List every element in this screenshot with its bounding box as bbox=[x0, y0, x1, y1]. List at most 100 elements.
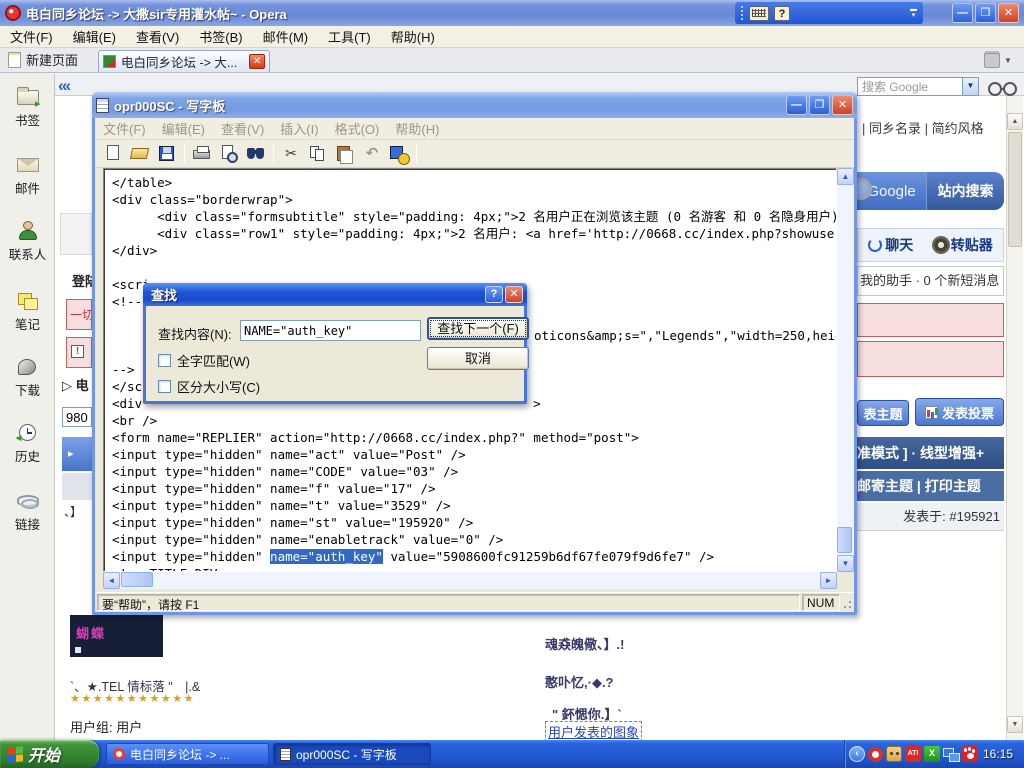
browser-scroll-thumb[interactable] bbox=[1008, 132, 1022, 247]
datetime-icon[interactable] bbox=[389, 144, 409, 163]
wordpad-scroll-left-icon[interactable]: ◄ bbox=[103, 572, 120, 589]
menu-tools[interactable]: 工具(T) bbox=[328, 27, 371, 46]
menu-edit[interactable]: 编辑(E) bbox=[73, 27, 116, 46]
sidebar-item-contacts[interactable]: 联系人 bbox=[0, 220, 55, 263]
clock[interactable]: 16:15 bbox=[983, 747, 1013, 761]
match-case-checkbox[interactable] bbox=[158, 380, 171, 393]
wordpad-menu-insert[interactable]: 插入(I) bbox=[280, 119, 318, 138]
browser-scrollbar[interactable]: ▲ ▼ bbox=[1006, 96, 1023, 740]
search-input[interactable] bbox=[858, 80, 962, 94]
wordpad-vscroll-thumb[interactable] bbox=[837, 527, 852, 553]
opera-restore-button[interactable]: ❐ bbox=[975, 3, 996, 23]
opera-minimize-button[interactable]: — bbox=[952, 3, 973, 23]
tray-network-icon[interactable] bbox=[943, 746, 959, 762]
post-number-row[interactable]: 发表于: #195921 bbox=[857, 503, 1004, 531]
wordpad-menu-help[interactable]: 帮助(H) bbox=[395, 119, 439, 138]
undo-icon[interactable]: ↶ bbox=[362, 144, 382, 163]
user-images-link[interactable]: 用户发表的图象 bbox=[545, 721, 642, 742]
find-icon[interactable] bbox=[246, 144, 266, 163]
tray-character-icon[interactable] bbox=[886, 746, 902, 762]
wordpad-close-button[interactable]: ✕ bbox=[832, 95, 853, 115]
new-document-icon[interactable] bbox=[103, 144, 123, 163]
post-poll-button[interactable]: 发表投票 bbox=[915, 398, 1004, 426]
resize-grip[interactable] bbox=[842, 594, 854, 611]
wordpad-maximize-button[interactable]: ❐ bbox=[809, 95, 830, 115]
whole-word-checkbox[interactable] bbox=[158, 354, 171, 367]
language-help-icon[interactable]: ? bbox=[774, 6, 790, 21]
find-close-button[interactable]: ✕ bbox=[505, 286, 523, 303]
taskbar-item-wordpad[interactable]: opr000SC - 写字板 bbox=[273, 743, 431, 765]
panel-collapse-icon[interactable]: «‹ bbox=[58, 76, 69, 96]
reposter-link[interactable]: 转贴器 bbox=[934, 235, 993, 255]
wordpad-minimize-button[interactable]: — bbox=[786, 95, 807, 115]
browser-scroll-down-icon[interactable]: ▼ bbox=[1007, 716, 1023, 733]
cancel-button[interactable]: 取消 bbox=[427, 347, 529, 370]
taskbar-item-opera[interactable]: 电白同乡论坛 -> ... bbox=[106, 743, 269, 765]
wordpad-hscrollbar[interactable]: ◄ ► bbox=[103, 572, 837, 589]
tray-opera-icon[interactable] bbox=[868, 747, 883, 762]
chat-link[interactable]: 聊天 bbox=[868, 235, 913, 255]
page-number-input[interactable]: 980 bbox=[62, 407, 92, 427]
sidebar-item-links[interactable]: 链接 bbox=[0, 490, 55, 533]
tray-green-icon[interactable]: X bbox=[924, 746, 940, 762]
site-search-button[interactable]: 站内搜索 bbox=[926, 172, 1004, 210]
print-icon[interactable] bbox=[192, 144, 212, 163]
find-help-button[interactable]: ? bbox=[485, 286, 503, 303]
assistant-message-bar[interactable]: 我的助手 · 0 个新短消息 bbox=[857, 266, 1004, 296]
wordpad-scroll-right-icon[interactable]: ► bbox=[820, 572, 837, 589]
print-preview-icon[interactable] bbox=[219, 144, 239, 163]
cut-icon[interactable]: ✂ bbox=[281, 144, 301, 163]
tab-close-button[interactable]: ✕ bbox=[249, 54, 265, 69]
open-icon[interactable] bbox=[130, 144, 150, 163]
tray-baidu-icon[interactable] bbox=[962, 746, 978, 762]
tab-forum[interactable]: 电白同乡论坛 -> 大... ✕ bbox=[98, 50, 270, 72]
wordpad-scroll-down-icon[interactable]: ▼ bbox=[837, 555, 854, 572]
save-icon[interactable] bbox=[157, 144, 177, 163]
language-bar[interactable]: ? ▬▾ bbox=[735, 2, 923, 24]
whole-word-option[interactable]: 全字匹配(W) bbox=[158, 351, 250, 370]
find-dialog-titlebar[interactable]: 查找 ? ✕ bbox=[143, 283, 527, 306]
find-what-input[interactable] bbox=[240, 320, 421, 341]
tray-collapse-icon[interactable]: ‹ bbox=[849, 746, 865, 762]
opera-close-button[interactable]: ✕ bbox=[998, 3, 1019, 23]
language-bar-minimize-icon[interactable]: ▬▾ bbox=[910, 7, 917, 19]
match-case-option[interactable]: 区分大小写(C) bbox=[158, 377, 260, 396]
sidebar-item-notes[interactable]: 笔记 bbox=[0, 290, 55, 333]
zoom-glasses-icon[interactable] bbox=[988, 80, 1018, 97]
search-engine-dropdown[interactable]: ▼ bbox=[962, 78, 978, 95]
page-login-text[interactable]: 登陆 bbox=[72, 271, 92, 290]
trash-dropdown-icon[interactable]: ▼ bbox=[1004, 56, 1012, 65]
new-page-button[interactable]: 新建页面 bbox=[0, 50, 86, 72]
copy-icon[interactable] bbox=[308, 144, 328, 163]
menu-file[interactable]: 文件(F) bbox=[10, 27, 53, 46]
find-next-button[interactable]: 查找下一个(F) bbox=[427, 317, 529, 340]
keyboard-icon[interactable] bbox=[749, 6, 769, 21]
post-topic-button[interactable]: 表主题 bbox=[857, 400, 909, 426]
sidebar-item-downloads[interactable]: 下载 bbox=[0, 356, 55, 399]
wordpad-vscrollbar[interactable]: ▲ ▼ bbox=[837, 168, 854, 572]
wordpad-menu-view[interactable]: 查看(V) bbox=[221, 119, 264, 138]
wordpad-menu-file[interactable]: 文件(F) bbox=[103, 119, 146, 138]
menu-view[interactable]: 查看(V) bbox=[136, 27, 179, 46]
page-blue-button-fragment[interactable]: ▸ bbox=[62, 437, 92, 471]
mail-print-links[interactable]: 邮寄主题 | 打印主题 bbox=[857, 471, 1004, 501]
sidebar-item-bookmarks[interactable]: ▸ 书签 bbox=[0, 86, 55, 129]
trash-icon[interactable] bbox=[984, 53, 1000, 68]
menu-help[interactable]: 帮助(H) bbox=[391, 27, 435, 46]
page-nav-links[interactable]: | 同乡名录 | 简约风格 bbox=[862, 118, 1002, 137]
wordpad-titlebar[interactable]: opr000SC - 写字板 — ❐ ✕ bbox=[92, 92, 857, 118]
menu-mail[interactable]: 邮件(M) bbox=[263, 27, 309, 46]
wordpad-scroll-up-icon[interactable]: ▲ bbox=[837, 168, 854, 185]
paste-icon[interactable] bbox=[335, 144, 355, 163]
sidebar-item-history[interactable]: ◄ 历史 bbox=[0, 422, 55, 465]
sidebar-item-mail[interactable]: 邮件 bbox=[0, 154, 55, 197]
language-bar-grip[interactable] bbox=[741, 6, 744, 20]
tray-ati-icon[interactable]: ATI bbox=[905, 746, 921, 762]
wordpad-menu-edit[interactable]: 编辑(E) bbox=[162, 119, 205, 138]
browser-scroll-up-icon[interactable]: ▲ bbox=[1007, 113, 1023, 130]
wordpad-hscroll-thumb[interactable] bbox=[121, 572, 153, 587]
start-button[interactable]: 开始 bbox=[0, 740, 99, 768]
page-forum-item[interactable]: ▷ 电 bbox=[62, 375, 92, 394]
wordpad-menu-format[interactable]: 格式(O) bbox=[335, 119, 380, 138]
menu-bookmarks[interactable]: 书签(B) bbox=[199, 27, 242, 46]
